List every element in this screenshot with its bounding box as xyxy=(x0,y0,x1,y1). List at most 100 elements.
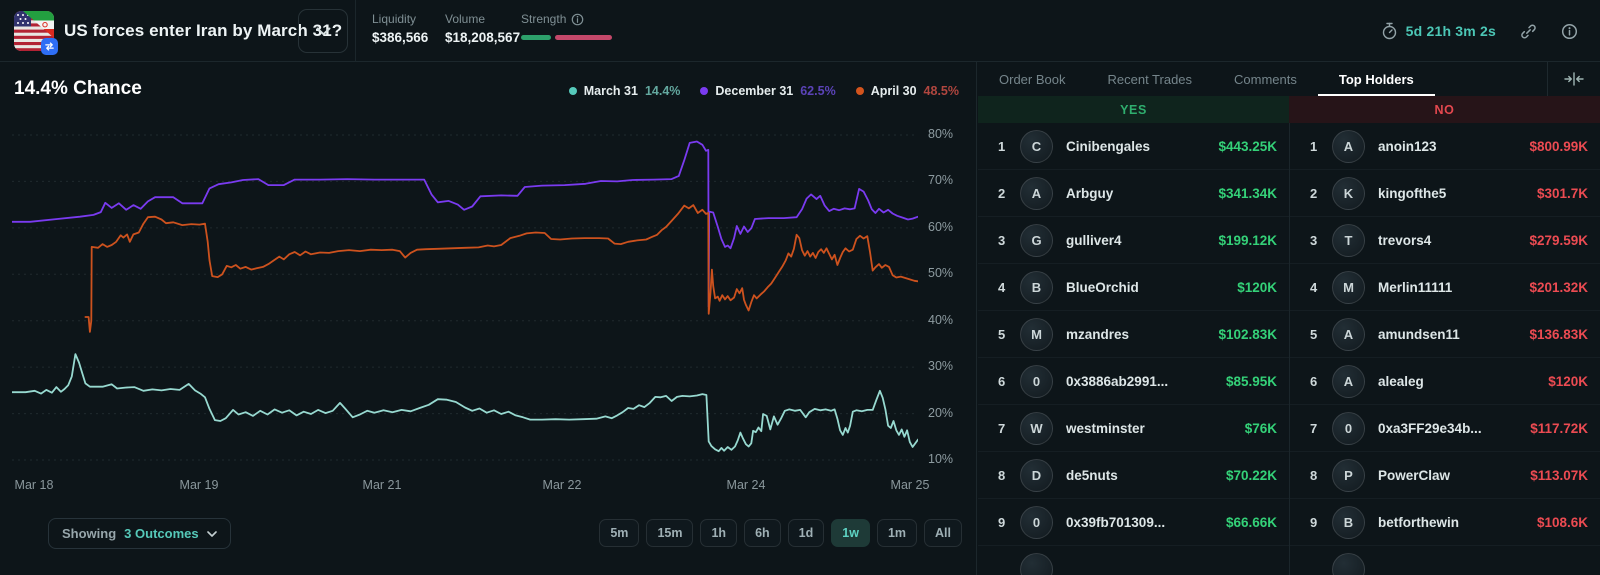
range-button-1h[interactable]: 1h xyxy=(700,519,738,547)
avatar: 0 xyxy=(1020,364,1053,398)
holder-row[interactable]: 8 P PowerClaw $113.07K xyxy=(1290,452,1600,499)
holder-name[interactable]: Arbguy xyxy=(1066,186,1113,201)
holder-row[interactable]: 7 Wwestminster $76K xyxy=(978,405,1289,452)
holder-row[interactable]: 5 Mmzandres $102.83K xyxy=(978,311,1289,358)
copy-link-button[interactable] xyxy=(1520,23,1537,40)
chance-heading: 14.4% Chance xyxy=(14,78,142,99)
tab-recent-trades[interactable]: Recent Trades xyxy=(1086,62,1213,96)
holder-name[interactable]: kingofthe5 xyxy=(1378,186,1446,201)
holder-name[interactable]: westminster xyxy=(1066,421,1145,436)
strength-bar-red xyxy=(555,35,612,40)
liquidity-value: $386,566 xyxy=(372,30,429,45)
holder-name[interactable]: amundsen11 xyxy=(1378,327,1460,342)
range-button-1d[interactable]: 1d xyxy=(787,519,825,547)
legend-item-december-31[interactable]: December 31 62.5% xyxy=(700,84,836,98)
tab-top-holders[interactable]: Top Holders xyxy=(1317,62,1435,96)
range-button-1w[interactable]: 1w xyxy=(831,519,870,547)
legend-name: March 31 xyxy=(583,84,638,98)
holder-name[interactable]: Cinibengales xyxy=(1066,139,1150,154)
range-button-5m[interactable]: 5m xyxy=(599,519,640,547)
holder-row[interactable]: 3 Ttrevors4 $279.59K xyxy=(1290,217,1600,264)
holder-amount: $341.34K xyxy=(1218,185,1277,201)
holder-name[interactable]: gulliver4 xyxy=(1066,233,1122,248)
holder-row[interactable]: 6 0 0x3886ab2991... $85.95K xyxy=(978,358,1289,405)
holder-name[interactable]: mzandres xyxy=(1066,327,1129,342)
chevron-down-icon xyxy=(206,530,217,537)
y-tick-label: 60% xyxy=(928,219,954,234)
legend-item-april-30[interactable]: April 30 48.5% xyxy=(855,84,959,98)
holder-amount: $70.22K xyxy=(1225,467,1277,483)
strength-meter xyxy=(521,35,612,40)
holder-name[interactable]: PowerClaw xyxy=(1378,468,1450,483)
range-button-all[interactable]: All xyxy=(924,519,962,547)
holder-rank: 4 xyxy=(998,279,1006,295)
liquidity-stat: Liquidity $386,566 xyxy=(372,12,428,45)
header-divider xyxy=(355,0,356,62)
holder-row[interactable]: 9 Bbetforthewin $108.6K xyxy=(1290,499,1600,546)
holder-amount: $85.95K xyxy=(1225,373,1277,389)
range-button-6h[interactable]: 6h xyxy=(744,519,781,547)
holder-rank: 7 xyxy=(998,420,1006,436)
avatar xyxy=(1332,553,1365,575)
holder-rank: 6 xyxy=(998,373,1006,389)
volume-label: Volume xyxy=(445,12,486,26)
holder-rank: 1 xyxy=(1310,138,1318,154)
holder-rank: 4 xyxy=(1310,279,1318,295)
time-range-selector: 5m 15m 1h 6h 1d 1w 1m All xyxy=(599,519,962,547)
holder-row[interactable]: 2 Kkingofthe5 $301.7K xyxy=(1290,170,1600,217)
avatar: M xyxy=(1332,270,1365,304)
tab-order-book[interactable]: Order Book xyxy=(978,62,1086,96)
y-tick-label: 70% xyxy=(928,173,954,188)
market-flag-icon xyxy=(14,11,58,55)
holder-name[interactable]: 0x39fb701309... xyxy=(1066,515,1165,530)
no-holders-column: 1 Aanoin123 $800.99K 2 Kkingofthe5 $301.7K 3 Tt… xyxy=(1289,123,1600,575)
strength-bar-green xyxy=(521,35,551,40)
holder-name[interactable]: 0xa3FF29e34b... xyxy=(1378,421,1482,436)
holder-name[interactable]: betforthewin xyxy=(1378,515,1459,530)
holder-name[interactable]: anoin123 xyxy=(1378,139,1437,154)
market-info-button[interactable] xyxy=(1561,23,1578,40)
outcomes-dropdown[interactable]: Showing 3 Outcomes xyxy=(48,518,231,549)
market-dropdown-button[interactable] xyxy=(298,9,348,53)
holder-row[interactable]: 3 Ggulliver4 $199.12K xyxy=(978,217,1289,264)
market-header: US forces enter Iran by March 31? Liquid… xyxy=(0,0,1600,62)
holder-name[interactable]: 0x3886ab2991... xyxy=(1066,374,1168,389)
holder-row[interactable]: 7 0 0xa3FF29e34b... $117.72K xyxy=(1290,405,1600,452)
holder-rank: 5 xyxy=(1310,326,1318,342)
y-tick-label: 20% xyxy=(928,405,954,420)
avatar: P xyxy=(1332,458,1365,492)
outcomes-count: 3 Outcomes xyxy=(124,526,199,541)
avatar: 0 xyxy=(1020,505,1053,539)
holder-row[interactable]: 5 Aamundsen11 $136.83K xyxy=(1290,311,1600,358)
holder-row[interactable]: 8 Dde5nuts $70.22K xyxy=(978,452,1289,499)
range-button-15m[interactable]: 15m xyxy=(646,519,694,547)
tab-comments[interactable]: Comments xyxy=(1213,62,1318,96)
holder-row[interactable]: 1 Aanoin123 $800.99K xyxy=(1290,123,1600,170)
holder-row[interactable]: 4 M Merlin11111 $201.32K xyxy=(1290,264,1600,311)
y-tick-label: 40% xyxy=(928,312,954,327)
holder-amount: $279.59K xyxy=(1529,232,1588,248)
holder-amount: $443.25K xyxy=(1218,138,1277,154)
avatar: B xyxy=(1020,270,1053,304)
holder-row[interactable]: 2 A Arbguy $341.34K xyxy=(978,170,1289,217)
holder-rank: 2 xyxy=(1310,185,1318,201)
tabbar-spacer xyxy=(1435,62,1547,96)
holder-name[interactable]: alealeg xyxy=(1378,374,1424,389)
info-icon[interactable] xyxy=(571,13,584,26)
liquidity-label: Liquidity xyxy=(372,12,417,26)
holder-row[interactable]: 1 C Cinibengales $443.25K xyxy=(978,123,1289,170)
holder-name[interactable]: Merlin11111 xyxy=(1378,280,1452,295)
holder-row[interactable]: 6 Aalealeg $120K xyxy=(1290,358,1600,405)
collapse-panel-button[interactable] xyxy=(1548,62,1600,96)
price-chart[interactable] xyxy=(12,110,918,472)
x-tick-label: Mar 25 xyxy=(890,478,930,492)
range-button-1m[interactable]: 1m xyxy=(876,519,918,547)
holder-name[interactable]: trevors4 xyxy=(1378,233,1431,248)
holder-name[interactable]: BlueOrchid xyxy=(1066,280,1139,295)
holder-name[interactable]: de5nuts xyxy=(1066,468,1118,483)
holder-row[interactable]: 4 B BlueOrchid $120K xyxy=(978,264,1289,311)
holder-amount: $120K xyxy=(1548,373,1588,389)
holder-rank: 5 xyxy=(998,326,1006,342)
holder-row[interactable]: 9 0 0x39fb701309... $66.66K xyxy=(978,499,1289,546)
legend-item-march-31[interactable]: March 31 14.4% xyxy=(568,84,680,98)
